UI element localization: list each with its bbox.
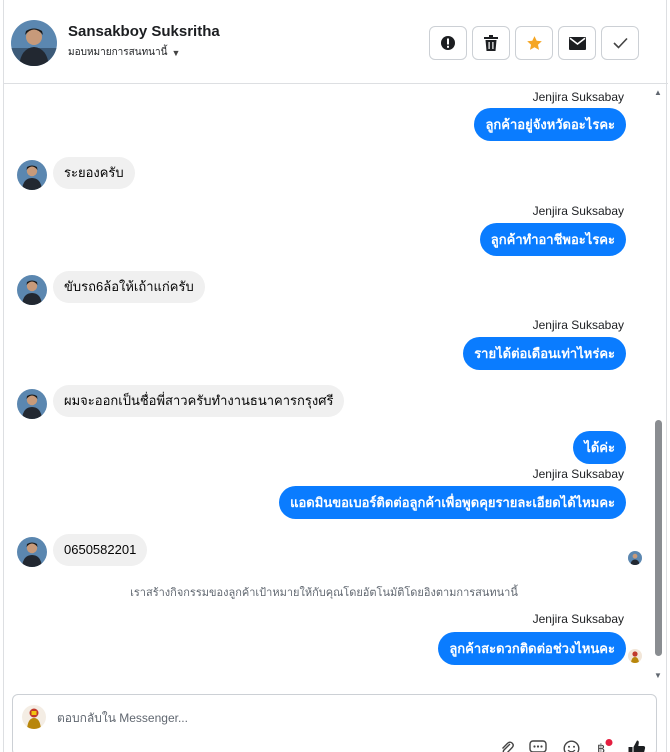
conversation-panel: Sansakboy Suksritha มอบหมายการสนทนานี้ ▼ xyxy=(3,0,668,752)
paperclip-icon xyxy=(502,741,514,752)
envelope-icon xyxy=(568,36,586,50)
customer-avatar[interactable] xyxy=(11,20,57,66)
caret-down-icon: ▼ xyxy=(171,47,181,58)
message-sender: Jenjira Suksabay xyxy=(532,318,624,332)
reply-composer: ฿ xyxy=(12,694,657,752)
message-sender: Jenjira Suksabay xyxy=(532,612,624,626)
incoming-message[interactable]: ขับรถ6ล้อให้เถ้าแก่ครับ xyxy=(53,271,205,303)
check-icon xyxy=(612,37,628,49)
like-button[interactable] xyxy=(627,739,647,752)
message-sender: Jenjira Suksabay xyxy=(532,90,624,104)
outgoing-message[interactable]: ลูกค้าทำอาชีพอะไรคะ xyxy=(479,223,626,256)
scrollbar-thumb[interactable] xyxy=(655,420,662,656)
attach-button[interactable] xyxy=(497,739,517,752)
message-scrollbar[interactable]: ▲ ▼ xyxy=(652,84,664,682)
payments-button[interactable]: ฿ xyxy=(594,739,614,752)
outgoing-message[interactable]: ลูกค้าสะดวกติดต่อช่วงไหนคะ xyxy=(438,632,626,665)
customer-avatar xyxy=(17,160,47,190)
baht-icon: ฿ xyxy=(597,739,613,752)
assign-conversation-dropdown[interactable]: มอบหมายการสนทนานี้ ▼ xyxy=(68,45,180,60)
mark-done-button[interactable] xyxy=(601,26,639,60)
incoming-message[interactable]: 0650582201 xyxy=(53,534,148,566)
trash-icon xyxy=(484,35,498,51)
assign-label: มอบหมายการสนทนานี้ xyxy=(68,47,168,58)
chat-dots-icon xyxy=(529,740,547,752)
alert-icon xyxy=(441,36,455,50)
outgoing-message[interactable]: รายได้ต่อเดือนเท่าไหร่คะ xyxy=(463,337,626,370)
outgoing-message[interactable]: ลูกค้าอยู่จังหวัดอะไรคะ xyxy=(474,108,626,141)
customer-avatar xyxy=(17,389,47,419)
page-read-avatar xyxy=(628,649,642,663)
customer-avatar xyxy=(17,275,47,305)
smiley-icon xyxy=(563,740,579,752)
outgoing-message[interactable]: ได้ค่ะ xyxy=(573,431,626,464)
delete-button[interactable] xyxy=(472,26,510,60)
thumbs-up-icon xyxy=(628,740,646,752)
scroll-up-arrow-icon[interactable]: ▲ xyxy=(654,88,662,97)
customer-name: Sansakboy Suksritha xyxy=(68,23,220,40)
conversation-header: Sansakboy Suksritha มอบหมายการสนทนานี้ ▼ xyxy=(4,0,668,84)
outgoing-message[interactable]: แอดมินขอเบอร์ติดต่อลูกค้าเพื่อพูดคุยรายล… xyxy=(279,486,626,519)
incoming-message[interactable]: ระยองครับ xyxy=(53,157,135,189)
mark-unread-button[interactable] xyxy=(558,26,596,60)
incoming-message[interactable]: ผมจะออกเป็นชื่อพี่สาวครับทำงานธนาคารกรุง… xyxy=(53,385,345,417)
message-sender: Jenjira Suksabay xyxy=(532,204,624,218)
emoji-button[interactable] xyxy=(561,739,581,752)
svg-text:฿: ฿ xyxy=(597,742,605,752)
page-avatar xyxy=(22,705,46,729)
seen-avatar xyxy=(628,551,642,565)
reply-input[interactable] xyxy=(57,709,457,727)
message-sender: Jenjira Suksabay xyxy=(532,467,624,481)
star-icon xyxy=(526,35,542,50)
saved-replies-button[interactable] xyxy=(528,739,548,752)
message-list[interactable]: Jenjira Suksabay ลูกค้าอยู่จังหวัดอะไรคะ… xyxy=(4,84,668,682)
system-notice: เราสร้างกิจกรรมของลูกค้าเป้าหมายให้กับคุ… xyxy=(130,587,518,599)
star-button[interactable] xyxy=(515,26,553,60)
customer-avatar xyxy=(17,537,47,567)
scroll-down-arrow-icon[interactable]: ▼ xyxy=(654,671,662,680)
mark-spam-button[interactable] xyxy=(429,26,467,60)
